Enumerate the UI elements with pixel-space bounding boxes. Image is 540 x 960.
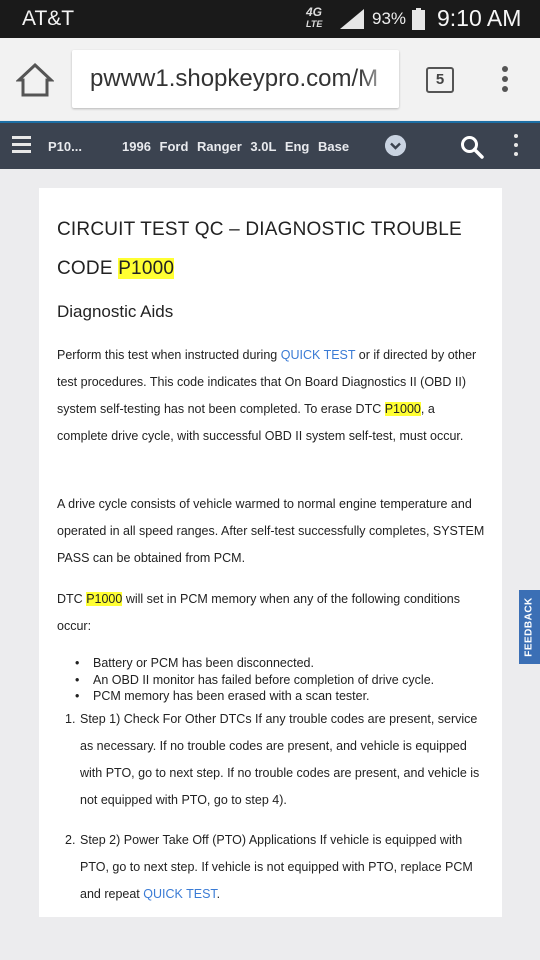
quick-test-link[interactable]: QUICK TEST xyxy=(281,348,356,362)
dtc-code-highlight: P1000 xyxy=(86,592,123,606)
step-number: 2. xyxy=(65,833,76,847)
paragraph-conditions: DTC P1000 will set in PCM memory when an… xyxy=(57,586,487,640)
vehicle-selector[interactable]: 1996 Ford Ranger 3.0L Eng Base xyxy=(122,139,349,154)
url-fade xyxy=(359,50,399,108)
clock: 9:10 AM xyxy=(437,5,522,31)
more-options-icon[interactable] xyxy=(512,134,520,160)
list-item: PCM memory has been erased with a scan t… xyxy=(75,688,475,705)
feedback-button[interactable]: FEEDBACK xyxy=(519,590,540,664)
step-text: Step 1) Check For Other DTCs If any trou… xyxy=(80,712,480,807)
dtc-code-highlight: P1000 xyxy=(118,258,175,279)
signal-icon xyxy=(340,9,364,29)
paragraph-drive-cycle: A drive cycle consists of vehicle warmed… xyxy=(57,497,485,565)
chevron-down-icon[interactable] xyxy=(385,135,406,156)
conditions-list: Battery or PCM has been disconnected. An… xyxy=(75,655,475,705)
text-run: DTC xyxy=(57,592,83,606)
step-text-end: . xyxy=(216,887,221,901)
step-item: 1. Step 1) Check For Other DTCs If any t… xyxy=(65,706,489,814)
browser-toolbar: pwww1.shopkeypro.com/M 5 xyxy=(0,38,540,120)
browser-menu-icon[interactable] xyxy=(500,66,510,94)
page-title: CIRCUIT TEST QC – DIAGNOSTIC TROUBLE COD… xyxy=(57,210,487,288)
step-text: Step 2) Power Take Off (PTO) Application… xyxy=(80,833,473,901)
network-indicator: 4G LTE xyxy=(306,5,323,30)
search-icon[interactable] xyxy=(460,135,484,159)
section-title: Diagnostic Aids xyxy=(57,302,174,321)
network-type: 4G xyxy=(306,5,323,19)
text-run: Perform this test when instructed during xyxy=(57,348,278,362)
app-header: P10... 1996 Ford Ranger 3.0L Eng Base xyxy=(0,121,540,169)
step-number: 1. xyxy=(65,712,76,726)
step-item: 2. Step 2) Power Take Off (PTO) Applicat… xyxy=(65,827,489,908)
home-icon[interactable] xyxy=(16,62,54,98)
quick-test-link[interactable]: QUICK TEST xyxy=(143,887,216,901)
status-bar: AT&T 4G LTE 93% 9:10 AM xyxy=(0,0,540,38)
url-bar[interactable]: pwww1.shopkeypro.com/M xyxy=(72,50,399,108)
dtc-breadcrumb[interactable]: P10... xyxy=(48,139,82,154)
page-area: CIRCUIT TEST QC – DIAGNOSTIC TROUBLE COD… xyxy=(0,169,540,960)
tab-switcher-button[interactable]: 5 xyxy=(426,67,454,93)
hamburger-icon[interactable] xyxy=(12,136,31,155)
list-item: An OBD II monitor has failed before comp… xyxy=(75,672,475,689)
feedback-label: FEEDBACK xyxy=(523,597,535,657)
dtc-code-highlight: P1000 xyxy=(384,402,421,416)
url-text: pwww1.shopkeypro.com/M xyxy=(90,65,379,92)
carrier-label: AT&T xyxy=(22,7,75,30)
network-sub: LTE xyxy=(306,19,323,29)
document-card: CIRCUIT TEST QC – DIAGNOSTIC TROUBLE COD… xyxy=(39,188,502,917)
paragraph-intro: Perform this test when instructed during… xyxy=(57,342,487,450)
list-item: Battery or PCM has been disconnected. xyxy=(75,655,475,672)
test-steps: 1. Step 1) Check For Other DTCs If any t… xyxy=(65,706,489,921)
battery-percent: 93% xyxy=(372,9,407,28)
battery-icon xyxy=(412,8,425,30)
